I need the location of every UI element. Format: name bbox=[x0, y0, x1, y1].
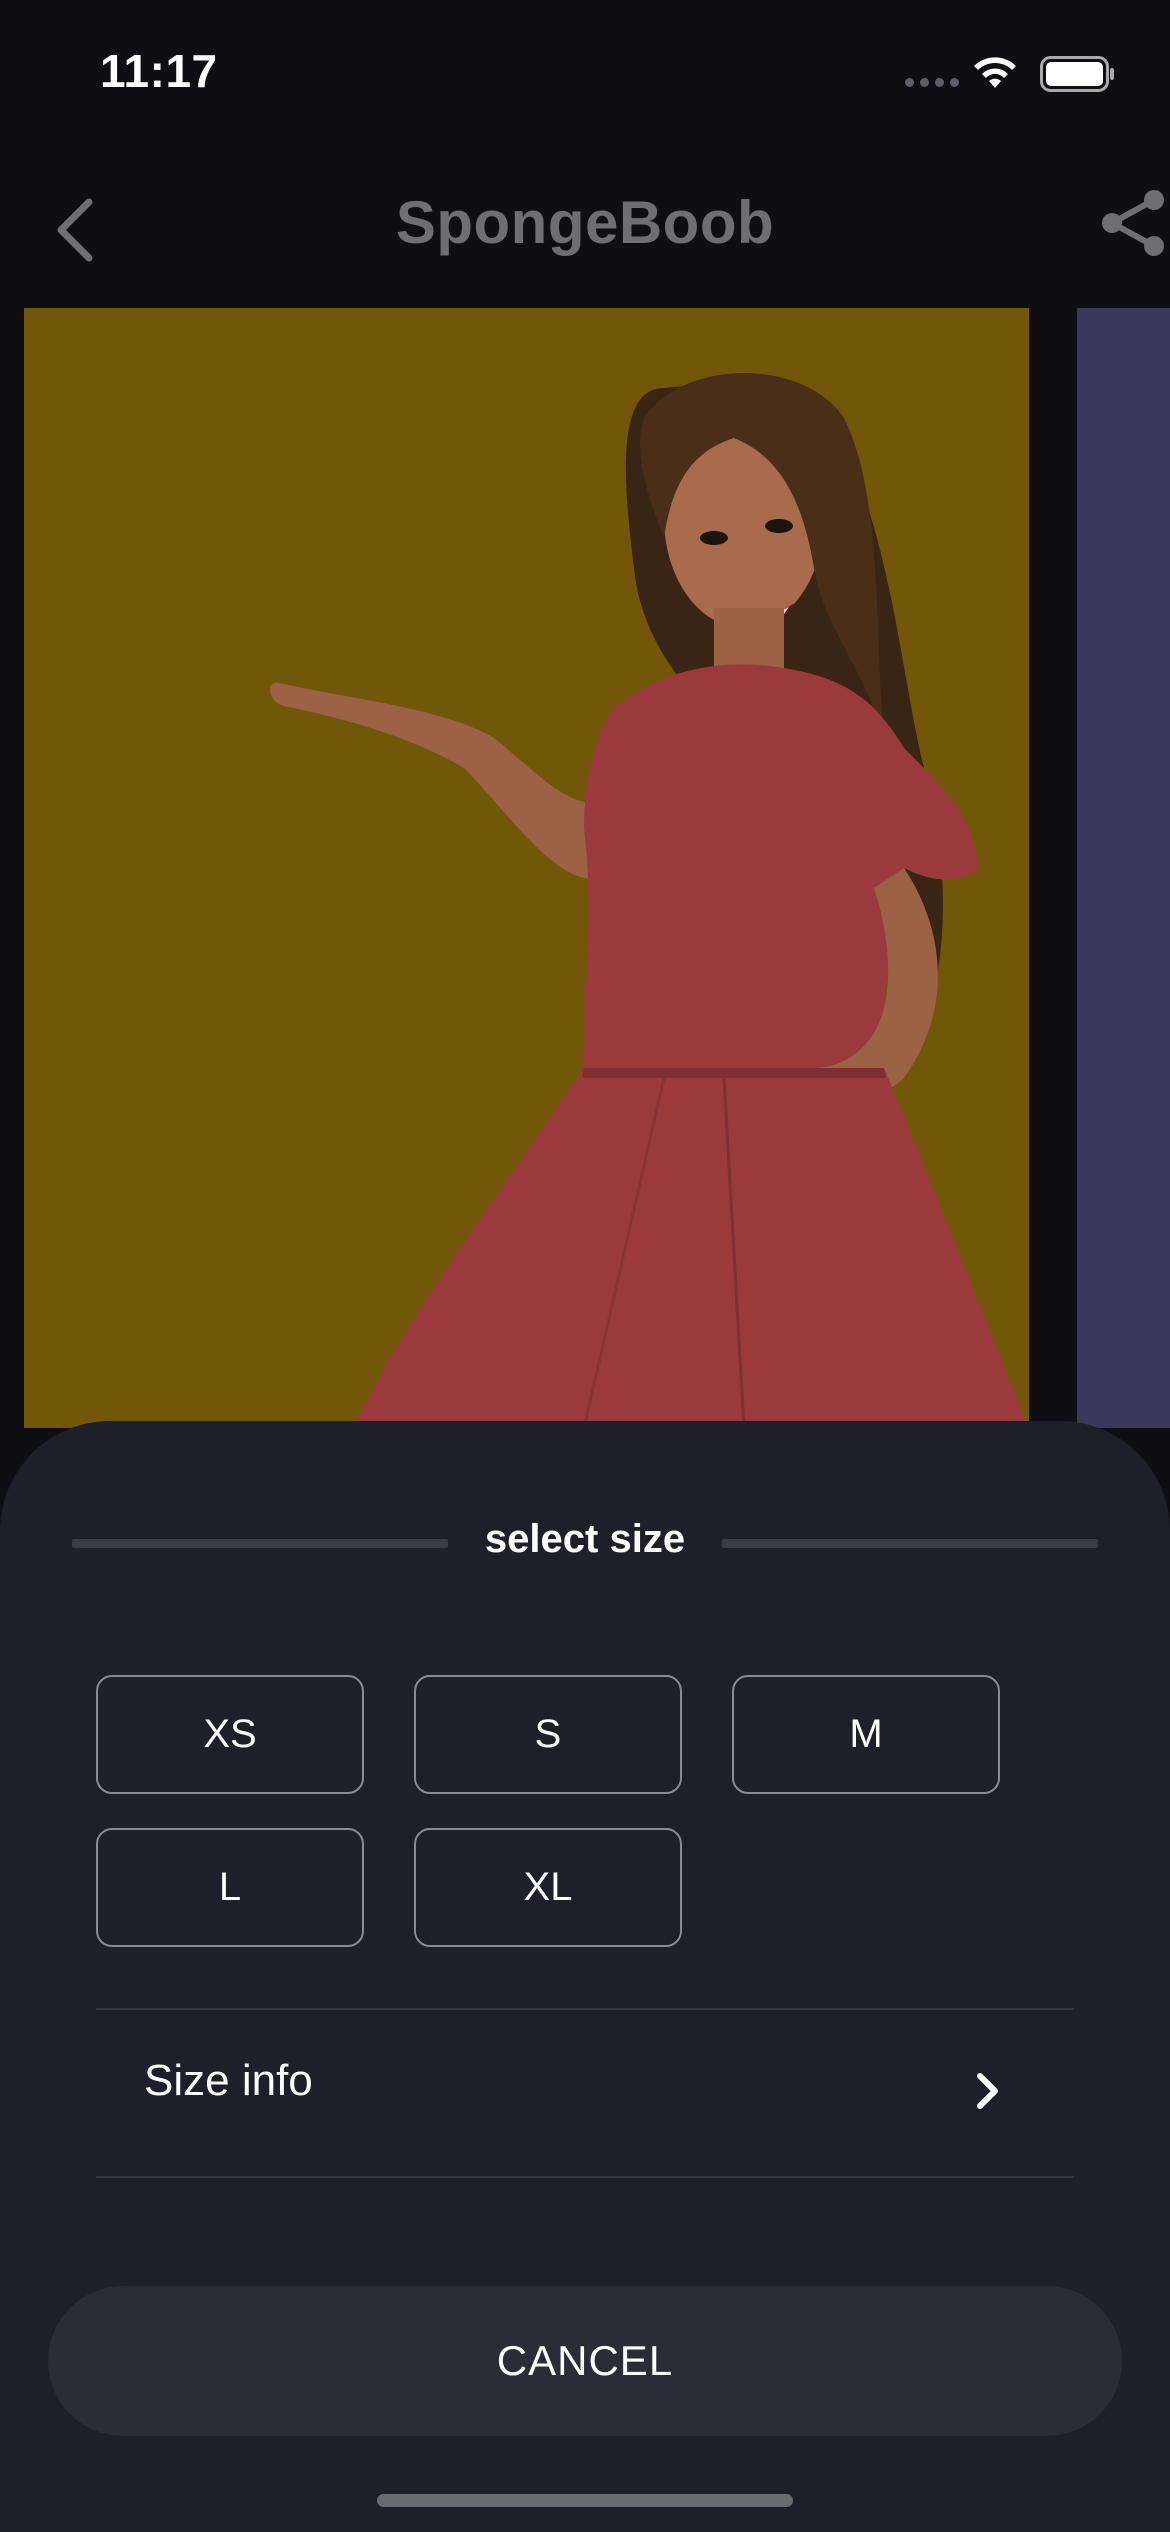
size-select-sheet: select size XS S M L XL Size info CANCEL bbox=[0, 1421, 1170, 2532]
share-icon[interactable] bbox=[1098, 188, 1168, 258]
size-info-label: Size info bbox=[144, 2056, 313, 2105]
home-indicator bbox=[377, 2494, 793, 2507]
product-image-carousel[interactable] bbox=[0, 308, 1170, 1428]
next-product-image[interactable] bbox=[1077, 308, 1170, 1428]
size-option-s[interactable]: S bbox=[414, 1675, 682, 1794]
wifi-icon bbox=[974, 57, 1016, 88]
size-option-m[interactable]: M bbox=[732, 1675, 1000, 1794]
divider bbox=[96, 2176, 1074, 2178]
size-option-l[interactable]: L bbox=[96, 1828, 364, 1947]
size-option-xs[interactable]: XS bbox=[96, 1675, 364, 1794]
product-image[interactable] bbox=[24, 308, 1029, 1428]
cellular-signal-icon bbox=[905, 78, 959, 87]
battery-icon bbox=[1040, 56, 1114, 92]
status-time: 11:17 bbox=[100, 45, 218, 97]
sheet-title: select size bbox=[484, 1517, 686, 1561]
cancel-button[interactable]: CANCEL bbox=[48, 2286, 1122, 2436]
nav-bar: SpongeBoob bbox=[0, 150, 1170, 310]
page-title: SpongeBoob bbox=[395, 189, 775, 256]
model-illustration bbox=[269, 373, 1029, 1428]
chevron-right-icon bbox=[977, 2073, 998, 2109]
size-option-xl[interactable]: XL bbox=[414, 1828, 682, 1947]
status-bar: 11:17 bbox=[0, 0, 1170, 150]
size-info-row[interactable]: Size info bbox=[96, 2008, 1074, 2176]
